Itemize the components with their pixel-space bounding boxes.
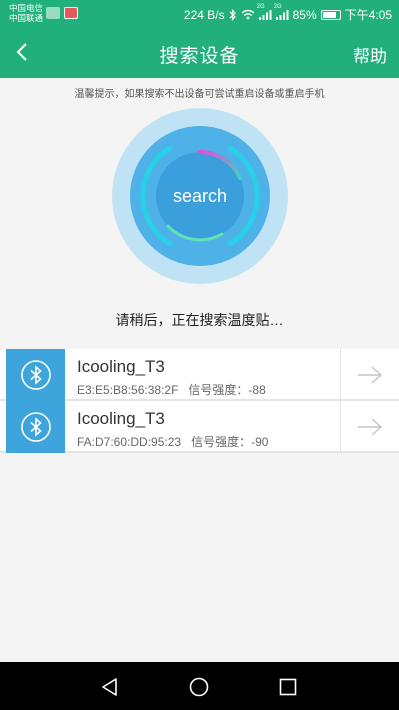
bluetooth-status-icon bbox=[229, 8, 236, 21]
connect-arrow[interactable] bbox=[340, 401, 399, 453]
heart-app-notification-icon bbox=[64, 7, 78, 19]
device-mac: FA:D7:60:DD:95:23 bbox=[77, 435, 182, 449]
device-row[interactable]: Icooling_T3 E3:E5:B8:56:38:2F 信号强度：-88 bbox=[0, 349, 399, 401]
network-speed: 224 B/s bbox=[183, 7, 225, 22]
signal-1-badge: 2G bbox=[256, 4, 265, 10]
bluetooth-tile bbox=[6, 349, 65, 401]
rssi-label: 信号强度： bbox=[191, 435, 252, 449]
hint-text: 温馨提示，如果搜索不出设备可尝试重启设备或重启手机 bbox=[74, 89, 325, 100]
rssi-label: 信号强度： bbox=[188, 383, 249, 397]
cell-signal-1-icon bbox=[258, 10, 272, 20]
cell-signal-2-icon bbox=[275, 10, 289, 20]
search-button-label[interactable]: search bbox=[112, 186, 288, 207]
signal-2-badge: 2G bbox=[273, 4, 282, 10]
battery-icon bbox=[320, 9, 341, 20]
arrow-right-icon bbox=[358, 366, 383, 384]
square-recents-icon bbox=[279, 678, 297, 696]
bluetooth-icon bbox=[20, 360, 51, 390]
notification-icons bbox=[46, 7, 78, 19]
device-name: Icooling_T3 bbox=[77, 357, 165, 376]
clock: 下午4:05 bbox=[344, 8, 392, 22]
rssi-value: -90 bbox=[251, 435, 269, 449]
device-meta: FA:D7:60:DD:95:23 信号强度：-90 bbox=[77, 433, 268, 450]
device-list: Icooling_T3 E3:E5:B8:56:38:2F 信号强度：-88 Ic… bbox=[0, 349, 399, 453]
carrier-2: 中国联通 bbox=[9, 13, 44, 23]
rssi-value: -88 bbox=[248, 383, 266, 397]
bluetooth-icon bbox=[20, 412, 51, 442]
arrow-right-icon bbox=[358, 418, 383, 436]
app-header: 搜索设备 帮助 bbox=[0, 28, 399, 78]
device-row[interactable]: Icooling_T3 FA:D7:60:DD:95:23 信号强度：-90 bbox=[0, 401, 399, 453]
bluetooth-tile bbox=[6, 401, 65, 453]
circle-home-icon bbox=[189, 677, 209, 697]
triangle-back-icon bbox=[102, 678, 117, 696]
wifi-icon bbox=[241, 9, 255, 20]
status-bar: 中国电信 中国联通 224 B/s 2G 2G 85% 下午4:05 bbox=[0, 0, 399, 28]
searching-message: 请稍后，正在搜索温度贴… bbox=[115, 312, 284, 328]
app-notification-icon bbox=[46, 7, 60, 19]
page-title: 搜索设备 bbox=[159, 46, 240, 67]
device-meta: E3:E5:B8:56:38:2F 信号强度：-88 bbox=[77, 381, 266, 398]
device-name: Icooling_T3 bbox=[77, 409, 165, 428]
search-radar[interactable]: search bbox=[112, 108, 288, 284]
connect-arrow[interactable] bbox=[340, 349, 399, 401]
navigation-bar bbox=[0, 662, 399, 710]
nav-recents-button[interactable] bbox=[277, 676, 299, 698]
battery-percent: 85% bbox=[292, 7, 317, 22]
help-button[interactable]: 帮助 bbox=[353, 42, 387, 67]
device-mac: E3:E5:B8:56:38:2F bbox=[77, 383, 179, 397]
carrier-info: 中国电信 中国联通 bbox=[9, 3, 43, 23]
status-indicators: 224 B/s 2G 2G 85% 下午4:05 bbox=[183, 4, 392, 23]
carrier-1: 中国电信 bbox=[9, 3, 44, 13]
nav-home-button[interactable] bbox=[188, 676, 210, 698]
nav-back-button[interactable] bbox=[99, 676, 121, 698]
